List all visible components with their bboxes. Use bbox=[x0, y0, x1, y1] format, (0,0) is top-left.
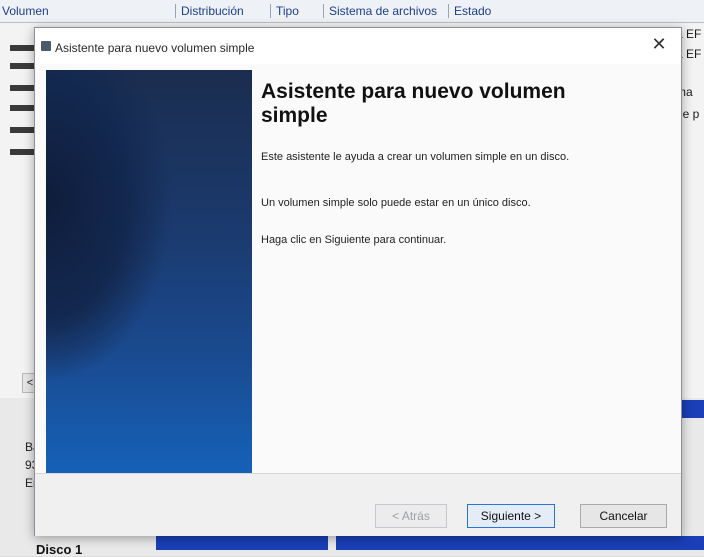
wizard-instruction: Haga clic en Siguiente para continuar. bbox=[261, 234, 447, 246]
dialog-titlebar[interactable]: Asistente para nuevo volumen simple ✕ bbox=[35, 28, 681, 64]
volume-row-icon bbox=[10, 63, 36, 69]
column-header-status[interactable]: Estado bbox=[448, 4, 491, 18]
wizard-icon bbox=[41, 41, 51, 51]
partition-bar[interactable] bbox=[681, 400, 704, 418]
next-button[interactable]: Siguiente > bbox=[467, 504, 555, 528]
back-button[interactable]: < Atrás bbox=[375, 504, 447, 528]
close-icon[interactable]: ✕ bbox=[647, 33, 671, 55]
column-header-type[interactable]: Tipo bbox=[270, 4, 299, 18]
partition-bar[interactable] bbox=[156, 536, 328, 550]
disk-name-label: Disco 1 bbox=[36, 542, 83, 557]
column-header-layout[interactable]: Distribución bbox=[175, 4, 244, 18]
wizard-heading: Asistente para nuevo volumen simple bbox=[261, 80, 566, 127]
volume-row-icon bbox=[10, 45, 36, 51]
dialog-footer: < Atrás Siguiente > Cancelar bbox=[35, 473, 681, 536]
partition-bar[interactable] bbox=[336, 536, 704, 550]
cancel-button[interactable]: Cancelar bbox=[580, 504, 667, 528]
dialog-title: Asistente para nuevo volumen simple bbox=[55, 41, 255, 55]
wizard-description: Este asistente le ayuda a crear un volum… bbox=[261, 151, 570, 163]
volume-row-icon bbox=[10, 85, 36, 91]
column-header-volume[interactable]: Volumen bbox=[2, 4, 49, 18]
volume-row-icon bbox=[10, 127, 36, 133]
column-header-filesystem[interactable]: Sistema de archivos bbox=[323, 4, 437, 18]
wizard-description: Un volumen simple solo puede estar en un… bbox=[261, 197, 531, 209]
volume-list-header: Volumen Distribución Tipo Sistema de arc… bbox=[0, 0, 704, 23]
new-simple-volume-wizard-dialog: Asistente para nuevo volumen simple ✕ As… bbox=[34, 27, 682, 536]
volume-row-icon bbox=[10, 149, 36, 155]
volume-row-icon bbox=[10, 105, 36, 111]
wizard-banner-image bbox=[46, 70, 252, 473]
